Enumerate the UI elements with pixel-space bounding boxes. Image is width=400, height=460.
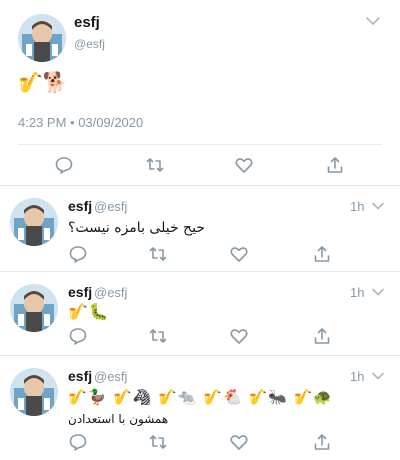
action-bar (0, 244, 400, 264)
display-name[interactable]: esfj (74, 14, 100, 31)
retweet-icon[interactable] (148, 244, 168, 264)
avatar[interactable] (10, 284, 58, 332)
relative-time[interactable]: 1h (350, 199, 364, 214)
like-icon[interactable] (234, 155, 254, 175)
comment-icon[interactable] (54, 155, 74, 175)
reply-tweet[interactable]: esfj @esfj 1h حیح خیلی بامزه نیست؟ (0, 186, 400, 272)
retweet-icon[interactable] (148, 326, 168, 346)
tweet-text: 🎷🐕 (18, 70, 68, 94)
action-bar (0, 326, 400, 346)
retweet-icon[interactable] (145, 155, 165, 175)
share-icon[interactable] (312, 244, 332, 264)
display-name[interactable]: esfj (68, 368, 92, 384)
username-handle[interactable]: @esfj (94, 369, 127, 384)
comment-icon[interactable] (68, 326, 88, 346)
comment-icon[interactable] (68, 244, 88, 264)
chevron-down-icon[interactable] (364, 12, 382, 30)
main-tweet: esfj @esfj 🎷🐕 4:23 PM • 03/09/2020 (0, 0, 400, 186)
reply-text: حیح خیلی بامزه نیست؟ (68, 220, 205, 236)
share-icon[interactable] (325, 155, 345, 175)
action-bar (0, 152, 400, 178)
share-icon[interactable] (312, 432, 332, 452)
avatar[interactable] (10, 368, 58, 416)
reply-tweet[interactable]: esfj @esfj 1h 🎷🦆 🎷🦓 🎷🐀 🎷🐔 🎷🐜 🎷🐢 همشون با… (0, 356, 400, 460)
reply-tweet[interactable]: esfj @esfj 1h 🎷🐛 (0, 272, 400, 356)
divider (18, 144, 382, 145)
display-name[interactable]: esfj (68, 198, 92, 214)
avatar[interactable] (18, 14, 66, 62)
share-icon[interactable] (312, 326, 332, 346)
timestamp[interactable]: 4:23 PM • 03/09/2020 (18, 115, 143, 130)
like-icon[interactable] (229, 326, 249, 346)
chevron-down-icon[interactable] (370, 198, 386, 214)
display-name[interactable]: esfj (68, 284, 92, 300)
username-handle[interactable]: @esfj (94, 199, 127, 214)
reply-text: 🎷🐛 (68, 302, 110, 321)
reply-text: 🎷🦆 🎷🦓 🎷🐀 🎷🐔 🎷🐜 🎷🐢 (68, 388, 333, 406)
username-handle[interactable]: @esfj (74, 37, 105, 51)
retweet-icon[interactable] (148, 432, 168, 452)
avatar[interactable] (10, 198, 58, 246)
reply-subtext: همشون با استعدادن (68, 412, 169, 426)
like-icon[interactable] (229, 432, 249, 452)
username-handle[interactable]: @esfj (94, 285, 127, 300)
chevron-down-icon[interactable] (370, 284, 386, 300)
relative-time[interactable]: 1h (350, 369, 364, 384)
comment-icon[interactable] (68, 432, 88, 452)
relative-time[interactable]: 1h (350, 285, 364, 300)
like-icon[interactable] (229, 244, 249, 264)
chevron-down-icon[interactable] (370, 368, 386, 384)
action-bar (0, 432, 400, 452)
